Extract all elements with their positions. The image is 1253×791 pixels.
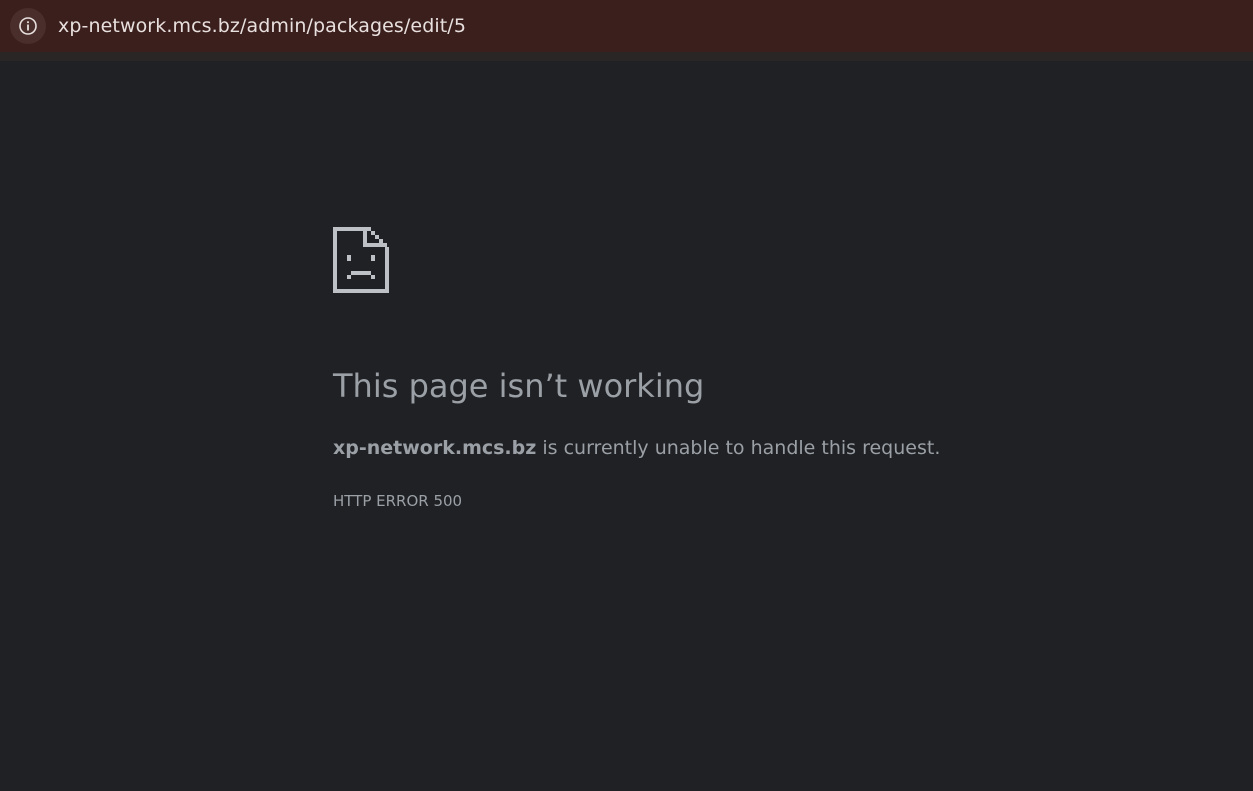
sad-page-icon — [333, 227, 389, 293]
address-bar: xp-network.mcs.bz/admin/packages/edit/5 — [0, 0, 1253, 53]
info-icon — [19, 17, 37, 35]
error-host: xp-network.mcs.bz — [333, 437, 537, 459]
site-info-button[interactable] — [10, 8, 46, 44]
url-field[interactable]: xp-network.mcs.bz/admin/packages/edit/5 — [58, 12, 466, 40]
error-message-text: is currently unable to handle this reque… — [536, 437, 941, 459]
error-message: xp-network.mcs.bz is currently unable to… — [333, 433, 940, 463]
toolbar-divider — [0, 52, 1253, 61]
error-title: This page isn’t working — [333, 367, 705, 405]
error-code: HTTP ERROR 500 — [333, 492, 463, 510]
